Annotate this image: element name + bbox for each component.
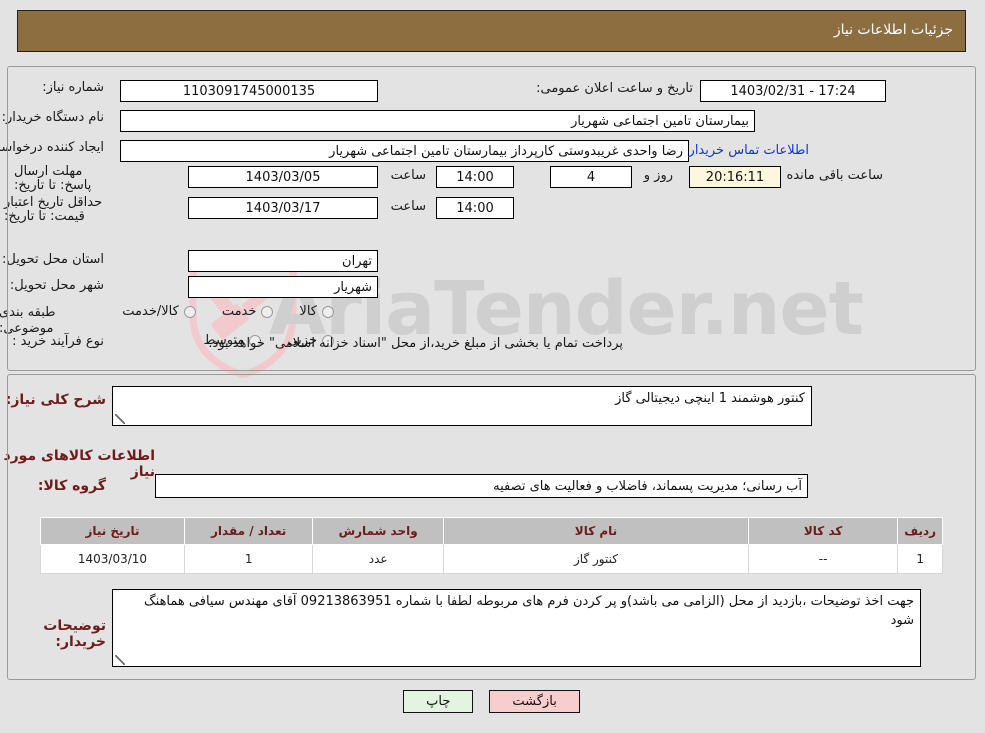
back-button[interactable]: بازگشت (490, 690, 581, 713)
col-vahed: واحد شمارش (313, 517, 445, 545)
col-kod-kala: کد کالا (748, 517, 900, 545)
goods-table: ردیف کد کالا نام کالا واحد شمارش تعداد /… (41, 517, 944, 574)
cell-tedad: 1 (184, 544, 315, 574)
page-title: جزئیات اطلاعات نیاز (834, 22, 954, 38)
col-tedad: تعداد / مقدار (184, 517, 315, 545)
col-radif: ردیف (898, 517, 944, 545)
table-row: 1 -- کنتور گاز عدد 1 1403/03/10 (41, 544, 944, 574)
col-tarikh: تاریخ نیاز (41, 517, 186, 545)
print-button[interactable]: چاپ (404, 690, 475, 713)
need-info-panel (8, 66, 977, 371)
action-button-bar: بازگشت چاپ (0, 690, 985, 713)
table-header-row: ردیف کد کالا نام کالا واحد شمارش تعداد /… (41, 517, 944, 545)
cell-tarikh: 1403/03/10 (41, 544, 186, 574)
cell-nam-kala: کنتور گاز (443, 544, 750, 574)
cell-radif: 1 (898, 544, 944, 574)
cell-vahed: عدد (313, 544, 445, 574)
col-nam-kala: نام کالا (443, 517, 750, 545)
page-header-bar: جزئیات اطلاعات نیاز (18, 10, 967, 52)
cell-kod-kala: -- (748, 544, 900, 574)
